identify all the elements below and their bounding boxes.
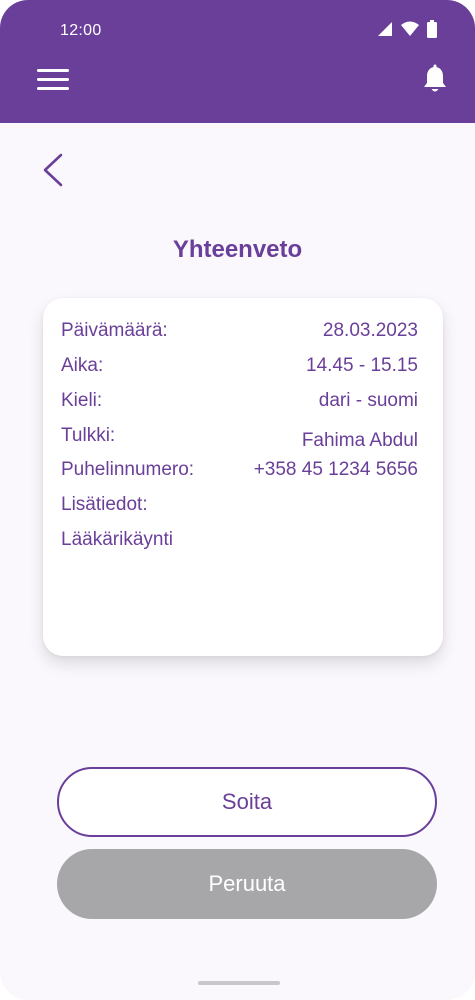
page-title: Yhteenveto xyxy=(172,236,303,263)
extra-label: Lisätiedot: xyxy=(61,494,148,515)
menu-icon[interactable] xyxy=(37,69,69,93)
bell-icon[interactable] xyxy=(422,64,448,94)
summary-card: Päivämäärä: 28.03.2023 Aika: 14.45 - 15.… xyxy=(43,298,443,656)
status-icons xyxy=(377,20,437,38)
call-button[interactable]: Soita xyxy=(57,767,437,837)
time-value: 14.45 - 15.15 xyxy=(306,355,418,376)
phone-screen: 12:00 Yhteenveto Päivämäärä: 28.03.2023 … xyxy=(0,0,475,1000)
wifi-icon xyxy=(401,21,419,36)
phone-label: Puhelinnumero: xyxy=(61,459,195,480)
time-label: Aika: xyxy=(61,355,104,376)
status-time: 12:00 xyxy=(60,22,102,39)
interpreter-value: Fahima Abdul xyxy=(301,430,418,451)
date-label: Päivämäärä: xyxy=(61,320,168,341)
language-label: Kieli: xyxy=(61,390,103,411)
battery-icon xyxy=(427,20,437,38)
interpreter-label: Tulkki: xyxy=(61,425,116,446)
language-value: dari - suomi xyxy=(318,390,418,411)
signal-icon xyxy=(378,22,392,36)
extra-value: Lääkärikäynti xyxy=(61,529,173,550)
cancel-button[interactable]: Peruuta xyxy=(57,849,437,919)
home-indicator[interactable] xyxy=(198,981,280,985)
app-bar: 12:00 xyxy=(0,0,475,123)
date-value: 28.03.2023 xyxy=(322,320,418,341)
back-arrow-icon[interactable] xyxy=(40,152,66,188)
phone-value: +358 45 1234 5656 xyxy=(253,459,418,480)
